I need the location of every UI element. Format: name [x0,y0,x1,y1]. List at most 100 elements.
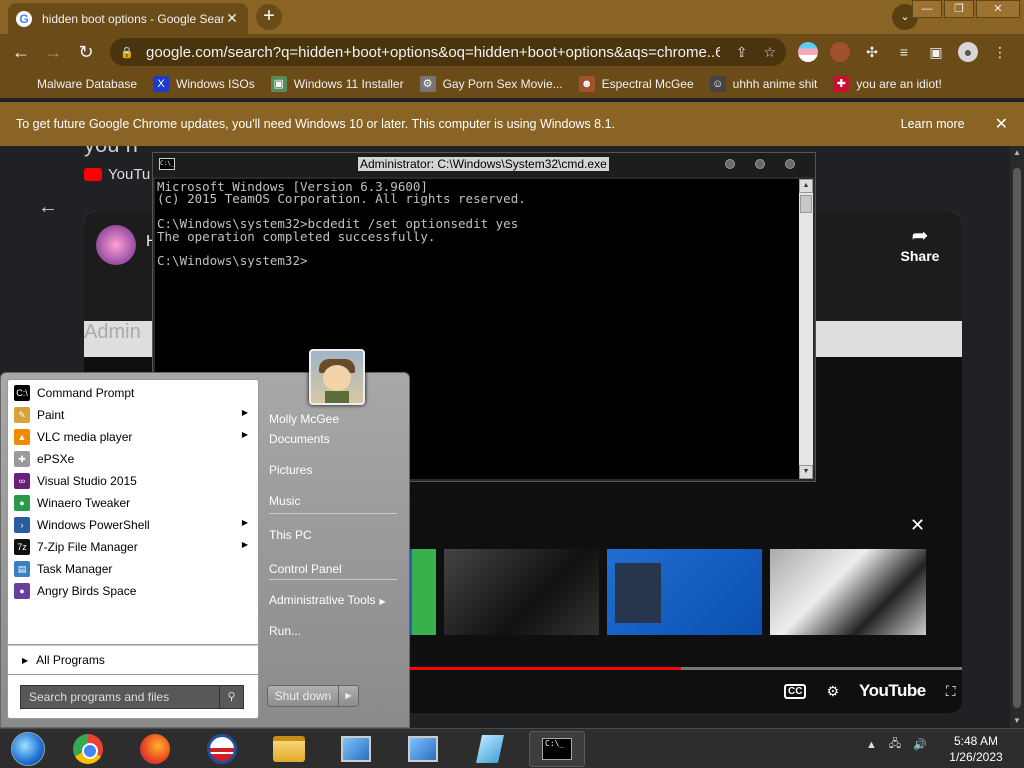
cmd-maximize-button[interactable] [755,159,765,169]
start-program-item[interactable]: ● Winaero Tweaker [8,492,258,514]
avatar-extension-icon[interactable] [830,42,850,62]
taskbar-firefox[interactable] [127,731,183,767]
start-link-item[interactable]: Control Panel [269,562,342,576]
taskbar-obama-logo[interactable] [194,731,250,767]
taskbar-network-app[interactable] [328,731,384,767]
start-link-item[interactable]: Music [269,494,300,508]
suggested-video-thumbnail[interactable] [444,549,599,635]
start-link-item[interactable]: Administrative Tools ▶ [269,593,386,607]
scroll-up-icon[interactable]: ▲ [1010,146,1024,160]
bookmark-item[interactable]: ☺ uhhh anime shit [709,76,817,92]
reload-button[interactable]: ↻ [75,41,97,63]
browser-tab[interactable]: G hidden boot options - Google Sear ✕ [8,3,248,34]
bookmark-item[interactable]: ✚ you are an idiot! [833,76,942,92]
infobar-close-icon[interactable]: ✕ [995,114,1008,134]
channel-avatar[interactable] [96,225,136,265]
shutdown-button[interactable]: Shut down [267,685,339,707]
user-avatar[interactable] [309,349,365,405]
address-bar[interactable]: 🔒 google.com/search?q=hidden+boot+option… [110,38,786,66]
back-button[interactable]: ← [10,41,32,63]
start-link-label: Run... [269,624,302,638]
search-icon[interactable]: ⚲ [219,686,243,708]
start-user-name[interactable]: Molly McGee [269,412,339,426]
taskbar-notepad[interactable] [462,731,518,767]
bookmark-star-icon[interactable]: ☆ [763,44,776,61]
taskbar: C:\_ ▲ 🖧 🔊 5:48 AM 1/26/2023 [0,728,1024,768]
scroll-thumb[interactable] [1013,168,1021,708]
start-program-item[interactable]: 7z 7-Zip File Manager ▶ [8,536,258,558]
start-program-item[interactable]: ● Angry Birds Space [8,580,258,602]
youtube-channel-row[interactable]: YouTu [84,166,150,183]
suggested-video-thumbnail[interactable] [770,549,926,635]
start-program-item[interactable]: ✎ Paint ▶ [8,404,258,426]
start-program-item[interactable]: › Windows PowerShell ▶ [8,514,258,536]
minimize-button[interactable]: — [912,0,942,18]
media-queue-icon[interactable]: ≡ [894,42,914,62]
start-link-item[interactable]: Pictures [269,463,312,477]
start-search-input[interactable] [21,686,219,708]
new-tab-button[interactable]: + [256,4,282,30]
side-panel-icon[interactable]: ▣ [926,42,946,62]
cmd-close-button[interactable] [785,159,795,169]
start-program-item[interactable]: C:\ Command Prompt [8,382,258,404]
start-program-item[interactable]: ✚ ePSXe [8,448,258,470]
fullscreen-icon[interactable]: ⛶ [946,683,956,700]
cmd-scroll-thumb[interactable] [800,195,812,213]
chrome-icon [73,734,103,764]
all-programs-button[interactable]: ▶ All Programs [7,645,259,675]
cmd-window-icon[interactable]: C:\_ [159,158,175,170]
share-page-icon[interactable]: ⇪ [736,44,748,61]
clock[interactable]: 5:48 AM 1/26/2023 [946,733,1006,765]
taskbar-cmd[interactable]: C:\_ [529,731,585,767]
learn-more-link[interactable]: Learn more [901,117,965,131]
taskbar-chrome[interactable] [60,731,116,767]
start-program-item[interactable]: ∞ Visual Studio 2015 [8,470,258,492]
profile-icon[interactable]: ● [958,42,978,62]
network-icon[interactable]: 🖧 [889,735,901,754]
start-program-item[interactable]: ▤ Task Manager [8,558,258,580]
cmd-scroll-down-icon[interactable]: ▼ [799,465,813,479]
forward-button[interactable]: → [42,41,64,63]
start-link-item[interactable]: This PC [269,528,312,542]
restore-button[interactable]: ❐ [944,0,974,18]
bookmarks-bar: Malware Database X Windows ISOs ▣ Windows 11… [0,70,1024,98]
close-window-button[interactable]: ✕ [976,0,1020,18]
start-program-item[interactable]: ▲ VLC media player ▶ [8,426,258,448]
shutdown-options-arrow[interactable]: ▶ [339,685,359,707]
bookmark-item[interactable]: ▣ Windows 11 Installer [270,76,404,92]
start-link-item[interactable]: Documents [269,432,330,446]
anime-site-icon: ☺ [709,76,726,92]
share-button[interactable]: ➦ Share [890,223,950,264]
cmd-scrollbar[interactable]: ▲ ▼ [799,179,813,479]
start-button[interactable] [0,731,56,767]
close-suggestions-icon[interactable]: ✕ [910,515,925,536]
bookmark-item[interactable]: X Windows ISOs [153,76,255,92]
scroll-down-icon[interactable]: ▼ [1010,714,1024,728]
start-link-item[interactable]: Run... [269,624,301,638]
taskbar-file-explorer[interactable] [261,731,317,767]
tab-close-icon[interactable]: ✕ [224,10,240,27]
trans-flag-extension-icon[interactable] [798,42,818,62]
suggested-video-thumbnail[interactable] [412,549,436,635]
settings-gear-icon[interactable]: ⚙ [826,683,839,700]
cmd-minimize-button[interactable] [725,159,735,169]
menu-kebab-icon[interactable]: ⋮ [990,42,1010,62]
bookmark-item[interactable]: ☻ Espectral McGee [578,76,694,92]
suggested-video-thumbnail[interactable] [607,549,762,635]
tray-chevron-icon[interactable]: ▲ [866,739,877,751]
start-program-label: Task Manager [37,562,113,576]
captions-button[interactable]: CC [784,683,807,699]
bookmark-label: Windows 11 Installer [293,77,404,91]
cmd-titlebar[interactable]: C:\_ Administrator: C:\Windows\System32\… [153,153,815,177]
taskbar-network-app-2[interactable] [395,731,451,767]
puzzle-extensions-icon[interactable]: ✣ [862,42,882,62]
volume-icon[interactable]: 🔊 [913,738,927,751]
lock-icon[interactable]: 🔒 [120,46,136,59]
bookmark-item[interactable]: Malware Database [14,76,137,92]
page-back-icon[interactable]: ← [38,196,58,219]
youtube-wordmark[interactable]: YouTube [859,681,926,701]
bookmark-item[interactable]: ⚙ Gay Porn Sex Movie... [419,76,563,92]
page-scrollbar[interactable]: ▲ ▼ [1010,146,1024,728]
start-search-box[interactable]: ⚲ [20,685,244,709]
cmd-scroll-up-icon[interactable]: ▲ [799,179,813,193]
